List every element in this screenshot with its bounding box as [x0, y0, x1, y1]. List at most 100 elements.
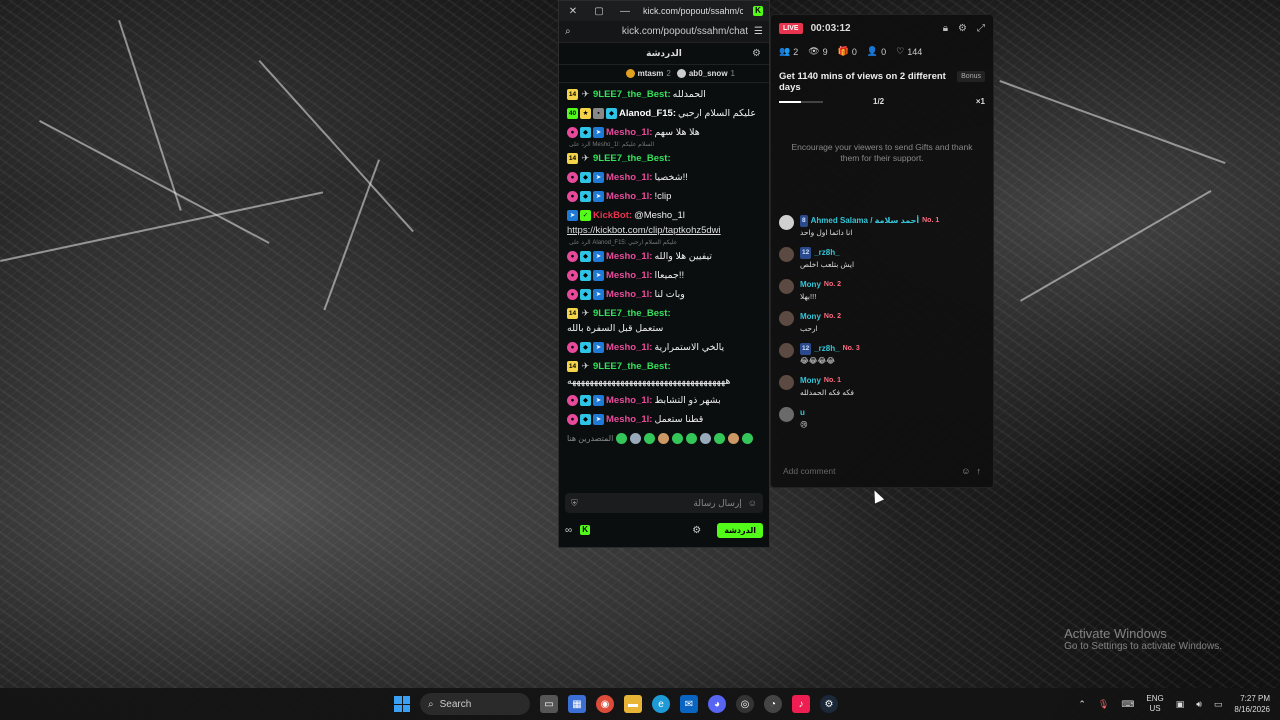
- send-arrow-icon[interactable]: ↑: [977, 466, 982, 476]
- avatar[interactable]: [779, 247, 794, 262]
- settings-icon[interactable]: ⚙: [692, 525, 701, 536]
- clock[interactable]: 7:27 PM 8/16/2026: [1234, 693, 1270, 715]
- comment-username[interactable]: _rz8h_: [814, 343, 839, 355]
- network-icon[interactable]: ▣: [1176, 699, 1185, 710]
- emote-icon[interactable]: [742, 433, 754, 444]
- comment-username[interactable]: Mony: [800, 311, 821, 323]
- message-input-placeholder[interactable]: إرسال رسالة: [584, 498, 741, 509]
- store-icon[interactable]: ▦: [568, 695, 586, 713]
- tune-icon[interactable]: ☰: [754, 26, 763, 37]
- chat-username[interactable]: Mesho_1l:: [606, 413, 652, 426]
- chat-username[interactable]: 9LEE7_the_Best:: [593, 152, 671, 165]
- chat-username[interactable]: Mesho_1l:: [606, 394, 652, 407]
- avatar[interactable]: [779, 343, 794, 358]
- plane-badge-icon: ✈: [581, 308, 590, 318]
- discord-icon[interactable]: ◕: [708, 695, 726, 713]
- lock-icon[interactable]: 🔒︎: [943, 23, 948, 34]
- emote-icon[interactable]: [658, 433, 670, 444]
- file-explorer-icon[interactable]: ▬: [624, 695, 642, 713]
- add-comment-placeholder[interactable]: Add comment: [783, 466, 955, 476]
- avatar[interactable]: [779, 311, 794, 326]
- emote-icon[interactable]: [700, 433, 712, 444]
- keyboard-icon[interactable]: ⌨: [1121, 699, 1134, 710]
- chat-settings-icon[interactable]: ⚙: [752, 48, 761, 59]
- chat-username[interactable]: Mesho_1l:: [606, 341, 652, 354]
- language-indicator[interactable]: ENG US: [1146, 694, 1163, 714]
- comment-username[interactable]: u: [800, 407, 805, 419]
- start-button[interactable]: [394, 696, 410, 712]
- chat-username[interactable]: 9LEE7_the_Best:: [593, 360, 671, 373]
- level-badge: 8: [800, 215, 808, 227]
- comment-body: 12 _rz8h_ ايش بتلعب اخلص: [800, 247, 854, 271]
- chat-send-button[interactable]: الدردشة: [717, 522, 763, 538]
- address-bar[interactable]: ⌕ kick.com/popout/ssahm/chat ☰: [559, 21, 769, 43]
- battery-icon[interactable]: ▭: [1214, 699, 1223, 710]
- comment-username[interactable]: Ahmed Salama / أحمد سلامة: [811, 215, 920, 227]
- comment-username[interactable]: Mony: [800, 375, 821, 387]
- site-info-icon[interactable]: ⌕: [565, 26, 571, 37]
- chat-username[interactable]: Alanod_F15:: [619, 107, 676, 120]
- clock-date: 8/16/2026: [1234, 705, 1270, 714]
- emote-icon[interactable]: [630, 433, 642, 444]
- emoji-icon[interactable]: ☺: [748, 498, 757, 508]
- chat-message-text: تيفيين هلا والله: [654, 251, 713, 262]
- chat-username[interactable]: Mesho_1l:: [606, 288, 652, 301]
- avatar[interactable]: [779, 215, 794, 230]
- comment-username[interactable]: Mony: [800, 279, 821, 291]
- emote-icon[interactable]: [616, 433, 628, 444]
- pinned-user[interactable]: ab0_snow 1: [676, 69, 735, 78]
- emote-icon[interactable]: [672, 433, 684, 444]
- emoji-icon[interactable]: ☺: [961, 466, 970, 476]
- app-icon[interactable]: ◔: [764, 695, 782, 713]
- chat-username[interactable]: Mesho_1l:: [606, 269, 652, 282]
- url-text[interactable]: kick.com/popout/ssahm/chat: [577, 26, 748, 37]
- minimize-icon[interactable]: —: [617, 6, 633, 17]
- chat-link[interactable]: https://kickbot.com/clip/taptkohz5dwi: [567, 224, 761, 237]
- comment-feed[interactable]: 8 Ahmed Salama / أحمد سلامة No. 1 انا دائما…: [771, 215, 993, 439]
- emote-icon[interactable]: [644, 433, 656, 444]
- chat-username[interactable]: Mesho_1l:: [606, 126, 652, 139]
- add-comment-input[interactable]: Add comment ☺ ↑: [777, 463, 987, 479]
- expand-icon[interactable]: ⤢: [977, 23, 985, 34]
- chat-message: ● ◆ ➤ Mesho_1l: قطنا ستعمل: [567, 410, 761, 429]
- link-icon[interactable]: ∞: [565, 525, 572, 536]
- taskbar-search[interactable]: ⌕ Search: [420, 693, 530, 715]
- close-icon[interactable]: ✕: [565, 6, 581, 17]
- restore-icon[interactable]: ▢: [591, 6, 607, 17]
- chat-username[interactable]: Mesho_1l:: [606, 171, 652, 184]
- outlook-icon[interactable]: ✉: [680, 695, 698, 713]
- tiktok-icon[interactable]: ♪: [792, 695, 810, 713]
- volume-icon[interactable]: 🔊︎: [1196, 699, 1202, 710]
- comment-username[interactable]: _rz8h_: [814, 247, 839, 259]
- task-view-icon[interactable]: ▭: [540, 695, 558, 713]
- gear-icon[interactable]: ⚙: [958, 23, 967, 34]
- pinned-user[interactable]: mtasm 2: [625, 69, 671, 78]
- chat-message: ● ◆ ➤ Mesho_1l: جميعاا!!: [567, 266, 761, 285]
- avatar[interactable]: [779, 407, 794, 422]
- avatar[interactable]: [779, 375, 794, 390]
- comment-header: 12 _rz8h_: [800, 247, 854, 259]
- message-input[interactable]: ⛨ إرسال رسالة ☺: [565, 493, 763, 513]
- comment-item: 12 _rz8h_ No. 3 😂😂😂😂: [779, 343, 985, 367]
- kick-icon[interactable]: K: [580, 525, 591, 535]
- obs-icon[interactable]: ◎: [736, 695, 754, 713]
- chrome-icon[interactable]: ◉: [596, 695, 614, 713]
- chat-username[interactable]: Mesho_1l:: [606, 190, 652, 203]
- goal-progress-label: 1/2: [873, 97, 885, 106]
- microphone-icon[interactable]: 🎙︎: [1098, 699, 1109, 710]
- chat-username[interactable]: 9LEE7_the_Best:: [593, 88, 671, 101]
- chat-message-list[interactable]: 14 ✈ 9LEE7_the_Best: الحمدلله 40 ★ ▪ ◆ Alanod_F1…: [559, 83, 769, 479]
- emote-icon[interactable]: [714, 433, 726, 444]
- shield-icon[interactable]: ⛨: [571, 498, 578, 509]
- chat-username[interactable]: KickBot:: [593, 209, 632, 222]
- comment-body: u 😢: [800, 407, 808, 431]
- steam-icon[interactable]: ⚙: [820, 695, 838, 713]
- chat-username[interactable]: Mesho_1l:: [606, 250, 652, 263]
- chat-username[interactable]: 9LEE7_the_Best:: [593, 307, 671, 320]
- comment-text: ايش بتلعب اخلص: [800, 260, 855, 269]
- avatar[interactable]: [779, 279, 794, 294]
- chevron-up-icon[interactable]: ⌃: [1078, 699, 1086, 710]
- edge-icon[interactable]: e: [652, 695, 670, 713]
- emote-icon[interactable]: [686, 433, 698, 444]
- emote-icon[interactable]: [728, 433, 740, 444]
